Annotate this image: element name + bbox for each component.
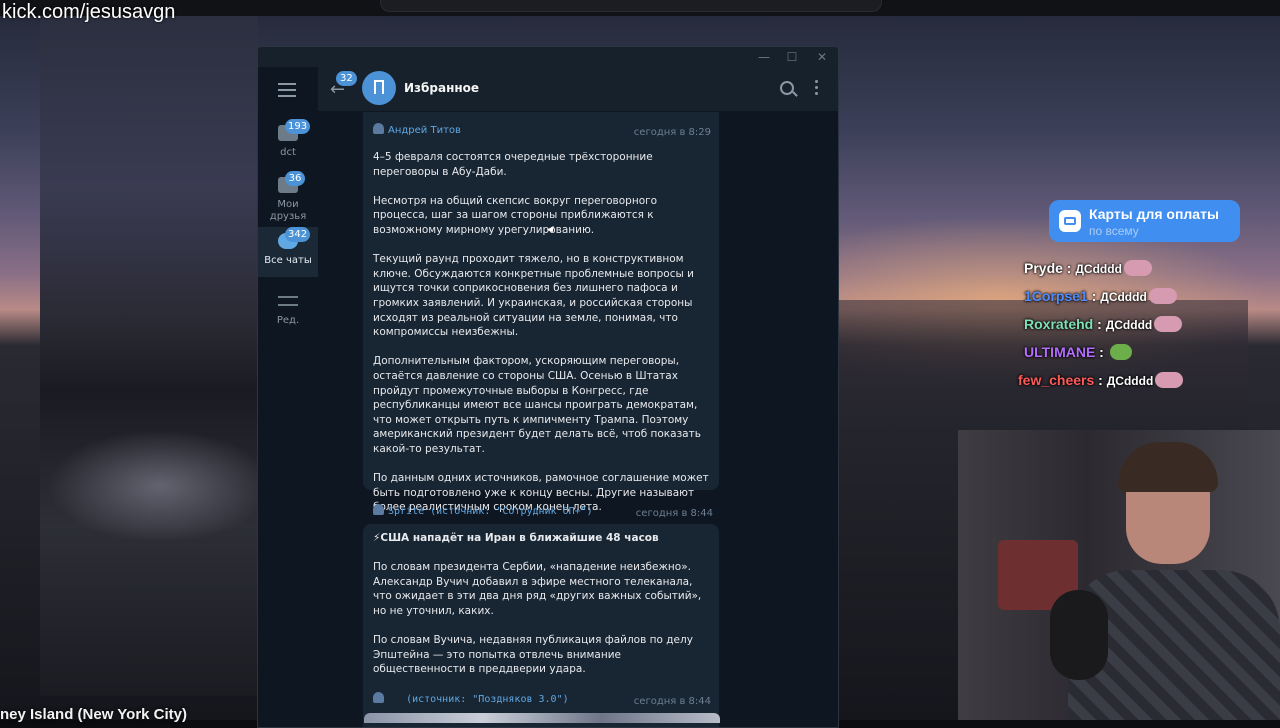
pepe-emote-icon (1148, 288, 1177, 304)
message-time: сегодня в 8:44 (633, 696, 711, 707)
folder-dct[interactable]: 193 dct (258, 119, 318, 171)
message-bubble[interactable]: Андрей Титов сегодня в 8:29 4–5 февраля … (363, 112, 719, 519)
folder-edit[interactable]: Ред. (258, 287, 318, 339)
pepe-emote-icon (1155, 372, 1184, 388)
message-bubble[interactable]: ⚡США нападёт на Иран в ближайшие 48 часо… (363, 524, 719, 727)
paragraph: По словам Вучича, недавняя публикация фа… (373, 633, 693, 676)
stream-location-caption: ney Island (New York City) (0, 706, 187, 723)
chat-colon: : (1094, 372, 1107, 388)
message-time: сегодня в 8:29 (633, 127, 711, 138)
chat-colon: : (1062, 260, 1076, 276)
person-icon (373, 692, 384, 703)
chat-username: Roxratehd (1024, 316, 1094, 332)
chat-message: few_cheers : ДСdddd (1018, 372, 1184, 394)
chat-colon: : (1093, 316, 1106, 332)
forwarded-author: (источник: "Поздняков 3.0") (406, 694, 569, 705)
chat-colon: : (1095, 344, 1108, 360)
photo-preview[interactable] (364, 713, 720, 723)
streamer-webcam (958, 430, 1280, 720)
maximize-icon[interactable]: ☐ (782, 48, 802, 66)
message-headline: ⚡США нападёт на Иран в ближайшие 48 часо… (373, 532, 659, 544)
browser-address-pill[interactable] (380, 0, 882, 12)
sliders-icon (278, 293, 298, 309)
chat-username: Pryde (1024, 260, 1063, 276)
paycard-subtitle: по всему (1089, 224, 1139, 238)
paragraph: Текущий раунд проходит тяжело, но в конс… (373, 253, 694, 339)
person-icon (373, 123, 384, 134)
telegram-window: — ☐ ✕ 193 dct 36 Мои друзья 342 Все чаты… (257, 46, 839, 728)
forwarded-author: Андрей Титов (388, 125, 461, 136)
chat-message: 1Corpse1 : ДСdddd (1024, 288, 1177, 310)
chat-text: ДСdddd (1105, 318, 1153, 332)
paragraph: По словам президента Сербии, «нападение … (373, 561, 702, 617)
frog-emote-icon (1109, 344, 1132, 360)
minimize-icon[interactable]: — (754, 48, 774, 66)
forwarded-from[interactable]: Андрей Титов (373, 123, 461, 136)
browser-top-bar (0, 0, 1280, 16)
window-titlebar: — ☐ ✕ (258, 47, 838, 67)
pepe-emote-icon (1154, 316, 1183, 332)
stream-url-overlay: kick.com/jesusavgn (2, 1, 176, 23)
chat-colon: : (1087, 288, 1101, 304)
unread-badge: 342 (285, 227, 311, 242)
folder-label: dct (280, 147, 296, 158)
folder-label: Все чаты (264, 255, 312, 266)
chat-header: ← 32 Избранное (318, 67, 838, 112)
search-icon[interactable] (780, 81, 794, 95)
forwarded-from[interactable]: (источник: "Поздняков 3.0") (373, 692, 569, 705)
chat-username: 1Corpse1 (1024, 288, 1088, 304)
more-vertical-icon[interactable] (815, 80, 819, 98)
unread-badge: 36 (285, 171, 305, 186)
folder-label: Мои друзья (269, 199, 307, 222)
saved-messages-bookmark-icon[interactable] (362, 71, 396, 105)
chat-message: Pryde : ДСdddd (1024, 260, 1152, 282)
close-icon[interactable]: ✕ (812, 48, 832, 66)
chat-username: few_cheers (1018, 372, 1095, 388)
chat-title[interactable]: Избранное (404, 81, 479, 95)
folder-label: Ред. (276, 315, 300, 326)
pepe-emote-icon (1123, 260, 1152, 276)
back-unread-badge: 32 (336, 71, 357, 86)
paycard-title: Карты для оплаты (1089, 206, 1219, 222)
paragraph: Несмотря на общий скепсис вокруг перегов… (373, 194, 658, 236)
chat-text: ДСdddd (1106, 374, 1154, 388)
folder-all-chats[interactable]: 342 Все чаты (258, 227, 318, 277)
chat-text: ДСdddd (1100, 290, 1147, 304)
unread-badge: 193 (285, 119, 311, 134)
message-list[interactable]: Андрей Титов сегодня в 8:29 4–5 февраля … (318, 112, 838, 727)
card-icon (1059, 210, 1081, 232)
message-text: По словам президента Сербии, «нападение … (373, 560, 711, 691)
chat-text: ДСdddd (1075, 262, 1122, 276)
chat-username: ULTIMANE (1024, 344, 1096, 360)
paragraph: 4–5 февраля состоятся очередные трёхстор… (373, 151, 653, 178)
chat-message: ULTIMANE : (1024, 344, 1132, 366)
message-text: 4–5 февраля состоятся очередные трёхстор… (373, 150, 711, 529)
hamburger-menu-icon[interactable] (278, 83, 296, 97)
chat-message: Roxratehd : ДСdddd (1024, 316, 1183, 338)
stream-background-left-city (40, 16, 258, 696)
microphone-icon (1050, 590, 1108, 680)
folder-my-friends[interactable]: 36 Мои друзья (258, 171, 318, 229)
folders-sidebar: 193 dct 36 Мои друзья 342 Все чаты Ред. (258, 67, 318, 727)
paragraph: Дополнительным фактором, ускоряющим пере… (373, 355, 701, 455)
payment-cards-banner[interactable]: Карты для оплаты по всему (1049, 200, 1240, 242)
